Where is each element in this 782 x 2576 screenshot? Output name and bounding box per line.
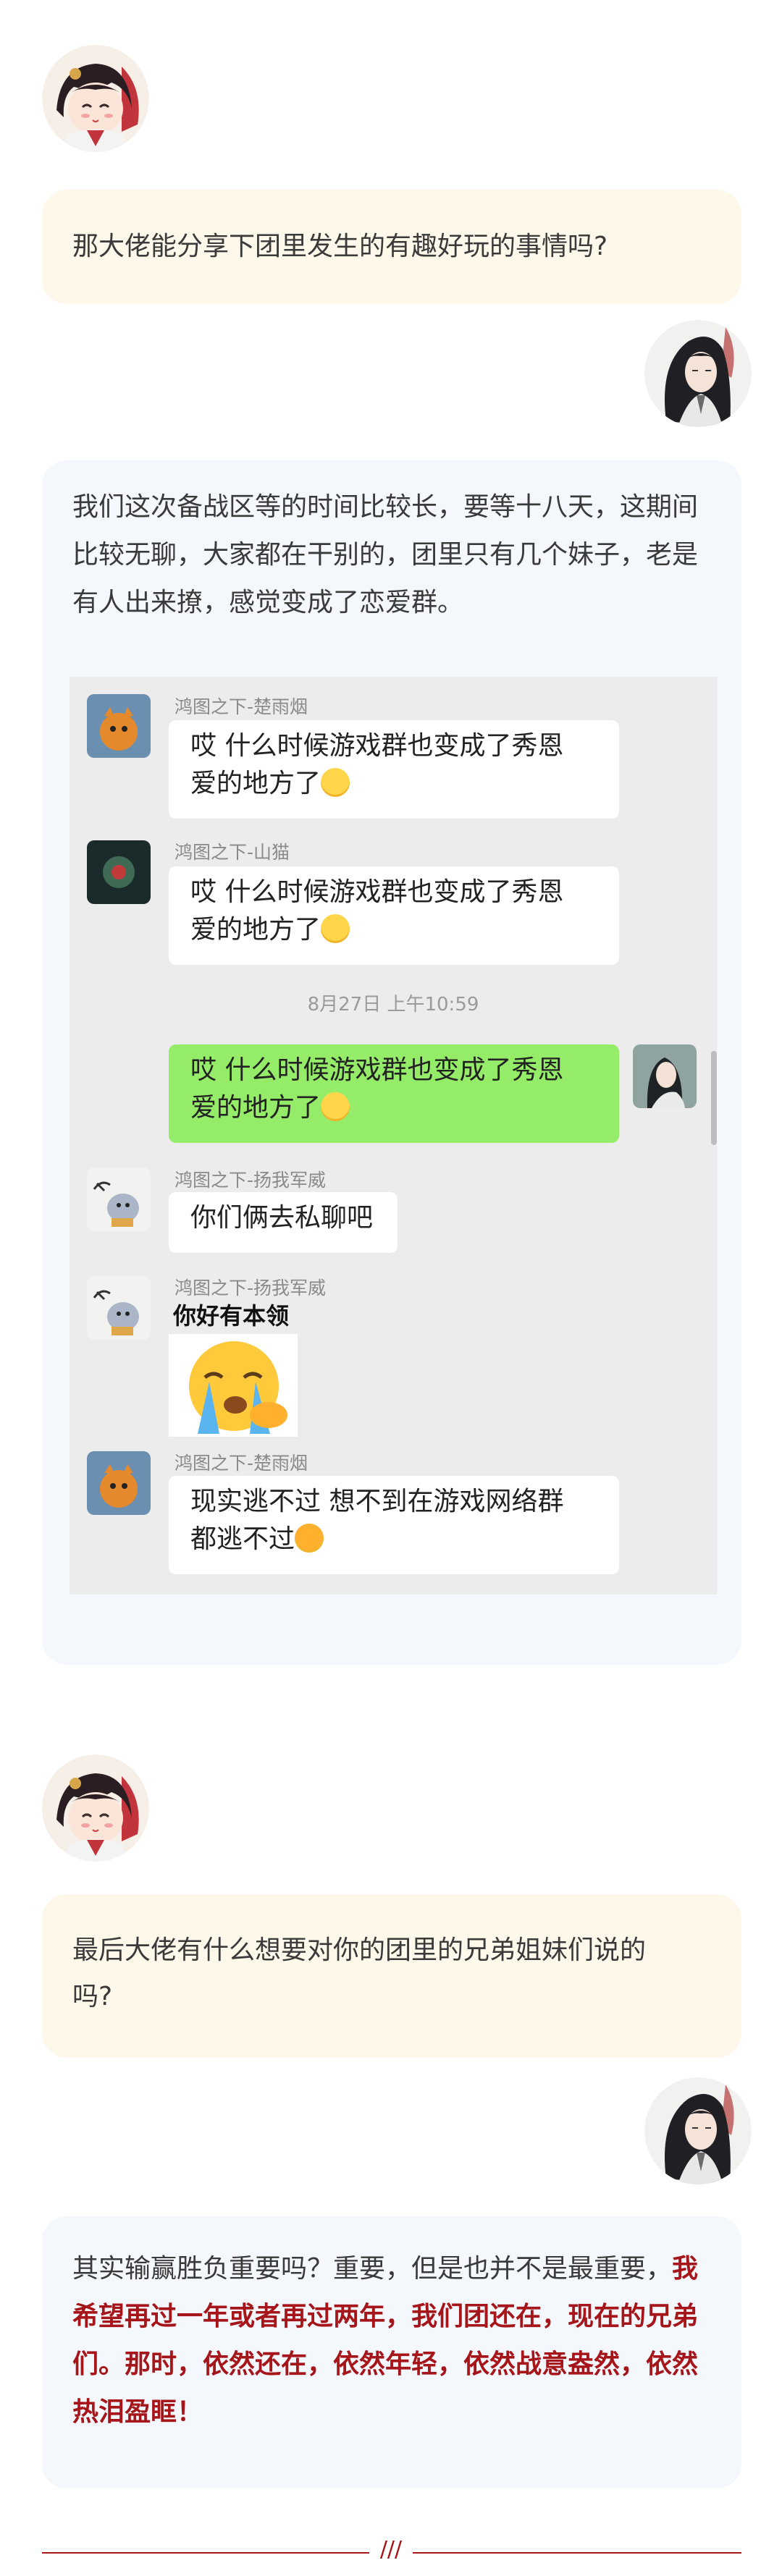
message-bubble: 你们俩去私聊吧	[169, 1192, 398, 1253]
question-text: 吗?	[72, 1982, 113, 2011]
sticker-caption: 你好有本领	[173, 1302, 290, 1330]
mask-emoji-icon	[321, 914, 350, 943]
guest-avatar	[644, 320, 752, 427]
message-text: 你们俩去私聊吧	[190, 1203, 374, 1233]
question-bubble: 最后大佬有什么想要对你的团里的兄弟姐妹们说的 吗?	[42, 1894, 741, 2058]
message-text: 哎 什么时候游戏群也变成了秀恩	[190, 1055, 564, 1085]
sender-avatar	[87, 1167, 151, 1231]
sender-name: 鸿图之下-楚雨烟	[175, 696, 308, 717]
message-bubble: 现实逃不过 想不到在游戏网络群 都逃不过	[169, 1476, 619, 1574]
message-text: 爱的地方了	[190, 915, 321, 945]
question-text: 那大佬能分享下团里发生的有趣好玩的事情吗?	[72, 232, 608, 261]
crying-sticker-icon	[169, 1334, 298, 1437]
guest-avatar	[644, 2077, 752, 2184]
message-text: 爱的地方了	[190, 769, 321, 798]
sender-avatar	[87, 1276, 151, 1340]
message-text: 爱的地方了	[190, 1093, 321, 1123]
host-avatar	[42, 1754, 149, 1862]
message-text: 现实逃不过 想不到在游戏网络群	[190, 1487, 564, 1516]
sender-name: 鸿图之下-扬我军威	[175, 1278, 327, 1298]
sender-avatar	[87, 694, 151, 758]
sender-name: 鸿图之下-山猫	[175, 842, 290, 863]
chat-screenshot: 鸿图之下-楚雨烟 哎 什么时候游戏群也变成了秀恩 爱的地方了 鸿图之下-山猫 哎…	[70, 677, 717, 1595]
question-text: 最后大佬有什么想要对你的团里的兄弟姐妹们说的	[72, 1935, 647, 1965]
answer-text: 我们这次备战区等的时间比较长，要等十八天，这期间比较无聊，大家都在干别的，团里只…	[72, 492, 699, 617]
mask-emoji-icon	[321, 768, 350, 797]
sweat-emoji-icon	[295, 1524, 324, 1553]
message-bubble: 哎 什么时候游戏群也变成了秀恩 爱的地方了	[169, 720, 619, 819]
message-text: 哎 什么时候游戏群也变成了秀恩	[190, 877, 564, 907]
answer-bubble: 其实输赢胜负重要吗？重要，但是也并不是最重要，我希望再过一年或者再过两年，我们团…	[42, 2216, 741, 2488]
sender-name: 鸿图之下-楚雨烟	[175, 1453, 308, 1474]
my-message-bubble: 哎 什么时候游戏群也变成了秀恩 爱的地方了	[169, 1044, 619, 1143]
sender-avatar	[87, 840, 151, 904]
my-avatar	[633, 1044, 697, 1108]
message-text: 哎 什么时候游戏群也变成了秀恩	[190, 731, 564, 761]
mask-emoji-icon	[321, 1092, 350, 1121]
message-text: 都逃不过	[190, 1524, 295, 1554]
message-bubble: 哎 什么时候游戏群也变成了秀恩 爱的地方了	[169, 866, 619, 965]
sender-avatar	[87, 1451, 151, 1515]
chat-scrollbar[interactable]	[711, 1051, 717, 1145]
answer-text: 其实输赢胜负重要吗？重要，但是也并不是最重要，	[72, 2254, 673, 2284]
footer-mark: ///	[369, 2537, 413, 2566]
sender-name: 鸿图之下-扬我军威	[175, 1170, 327, 1191]
chat-timestamp: 8月27日 上午10:59	[307, 994, 479, 1015]
host-avatar	[42, 45, 149, 152]
question-bubble: 那大佬能分享下团里发生的有趣好玩的事情吗?	[42, 190, 741, 304]
